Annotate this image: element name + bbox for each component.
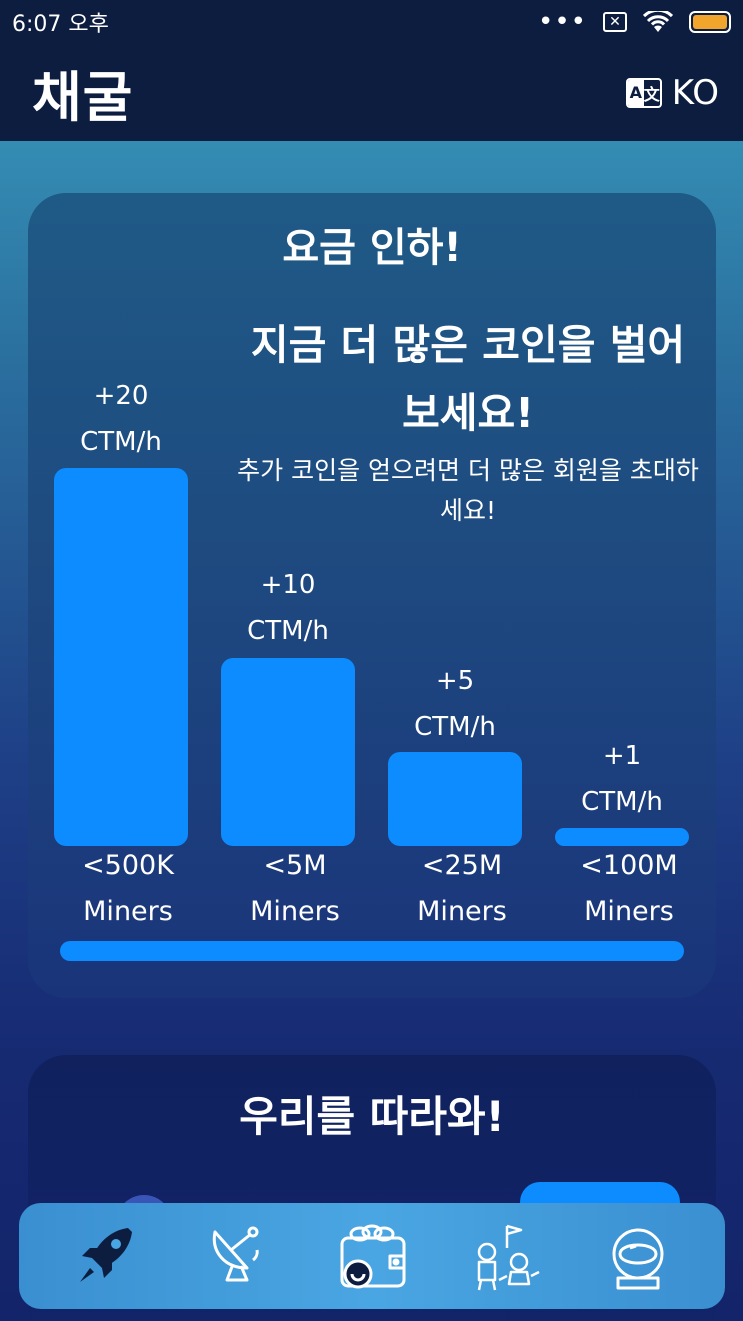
nav-item-satellite[interactable] — [194, 1213, 284, 1299]
tier-rate-4: +1 CTM/h — [581, 741, 663, 817]
status-time: 6:07 오후 — [12, 12, 109, 37]
card-title: 우리를 따라와! — [239, 1092, 505, 1141]
nav-item-team[interactable] — [460, 1213, 550, 1299]
app-header: 채굴 A文 KO — [0, 44, 743, 141]
battery-icon — [689, 11, 731, 33]
status-bar: 6:07 오후 ••• ✕ — [0, 0, 743, 44]
card-title: 요금 인하! — [282, 225, 462, 271]
promo-headline: 지금 더 많은 코인을 벌어보세요! — [250, 321, 686, 437]
tier-threshold-3: <25M Miners — [417, 850, 507, 927]
status-icons: ••• ✕ — [538, 9, 731, 35]
bottom-nav — [19, 1203, 725, 1309]
language-code: KO — [671, 72, 719, 113]
translate-icon: A文 — [625, 77, 662, 108]
tier-threshold-1: <500K Miners — [82, 850, 174, 927]
wallet-icon — [340, 1224, 406, 1289]
nav-item-profile[interactable] — [593, 1213, 683, 1299]
tier-bar-2 — [221, 658, 355, 846]
tier-rate-3: +5 CTM/h — [414, 666, 496, 742]
wifi-icon — [643, 11, 673, 32]
tier-threshold-2: <5M Miners — [250, 850, 340, 927]
tier-threshold-4: <100M Miners — [580, 850, 678, 927]
nav-item-wallet[interactable] — [327, 1213, 417, 1299]
astronaut-helmet-icon — [612, 1228, 664, 1290]
rocket-icon — [79, 1228, 132, 1282]
tier-bar-1 — [54, 468, 188, 846]
satellite-dish-icon — [212, 1226, 259, 1282]
astronauts-icon — [477, 1224, 540, 1291]
miners-progress-bar — [60, 941, 684, 961]
tier-rate-2: +10 CTM/h — [247, 570, 329, 646]
more-notifications-icon: ••• — [537, 7, 587, 37]
tier-rate-1: +20 CTM/h — [80, 381, 162, 457]
no-sim-icon: ✕ — [603, 12, 627, 32]
language-selector[interactable]: A文 KO — [625, 72, 719, 113]
promo-subtext: 추가 코인을 얻으려면 더 많은 회원을 초대하세요! — [237, 456, 699, 525]
tier-bar-3 — [388, 752, 522, 846]
nav-item-mining[interactable] — [61, 1213, 151, 1299]
rate-reduction-card: 요금 인하! 지금 더 많은 코인을 벌어보세요! 추가 코인을 얻으려면 더 … — [28, 193, 716, 998]
page-title: 채굴 — [32, 66, 134, 129]
